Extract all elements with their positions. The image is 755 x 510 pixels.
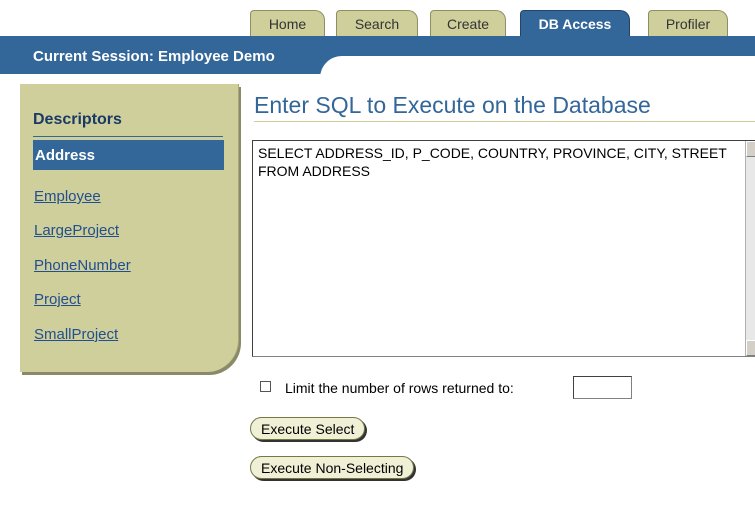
tab-db-access[interactable]: DB Access <box>520 10 630 36</box>
limit-rows-checkbox[interactable] <box>260 381 271 392</box>
session-label: Current Session: Employee Demo <box>33 48 275 65</box>
tab-create[interactable]: Create <box>430 10 506 36</box>
sidebar-item-largeproject[interactable]: LargeProject <box>34 222 119 239</box>
page-title: Enter SQL to Execute on the Database <box>254 92 651 118</box>
sidebar-item-smallproject[interactable]: SmallProject <box>34 326 118 343</box>
descriptors-sidebar: Descriptors Address Employee LargeProjec… <box>20 84 239 372</box>
sidebar-divider <box>33 136 223 137</box>
header-curve <box>320 56 755 78</box>
scroll-up-arrow-icon[interactable] <box>746 141 755 157</box>
execute-select-button[interactable]: Execute Select <box>250 417 366 440</box>
execute-non-selecting-button[interactable]: Execute Non-Selecting <box>250 456 415 479</box>
sidebar-item-project[interactable]: Project <box>34 291 81 308</box>
scroll-down-arrow-icon[interactable] <box>746 340 755 356</box>
tab-home[interactable]: Home <box>250 10 325 36</box>
sql-scrollbar[interactable] <box>745 141 755 356</box>
tab-search[interactable]: Search <box>336 10 418 36</box>
tab-profiler[interactable]: Profiler <box>648 10 728 36</box>
sidebar-item-phonenumber[interactable]: PhoneNumber <box>34 257 131 274</box>
tab-bar: Home Search Create DB Access Profiler <box>250 10 755 36</box>
sidebar-item-address[interactable]: Address <box>33 140 224 170</box>
sidebar-item-employee[interactable]: Employee <box>34 188 101 205</box>
limit-rows-label: Limit the number of rows returned to: <box>285 380 514 396</box>
limit-rows-input[interactable] <box>573 376 632 399</box>
sql-input[interactable]: SELECT ADDRESS_ID, P_CODE, COUNTRY, PROV… <box>252 140 755 357</box>
title-divider <box>254 121 755 122</box>
sidebar-title: Descriptors <box>33 111 122 128</box>
